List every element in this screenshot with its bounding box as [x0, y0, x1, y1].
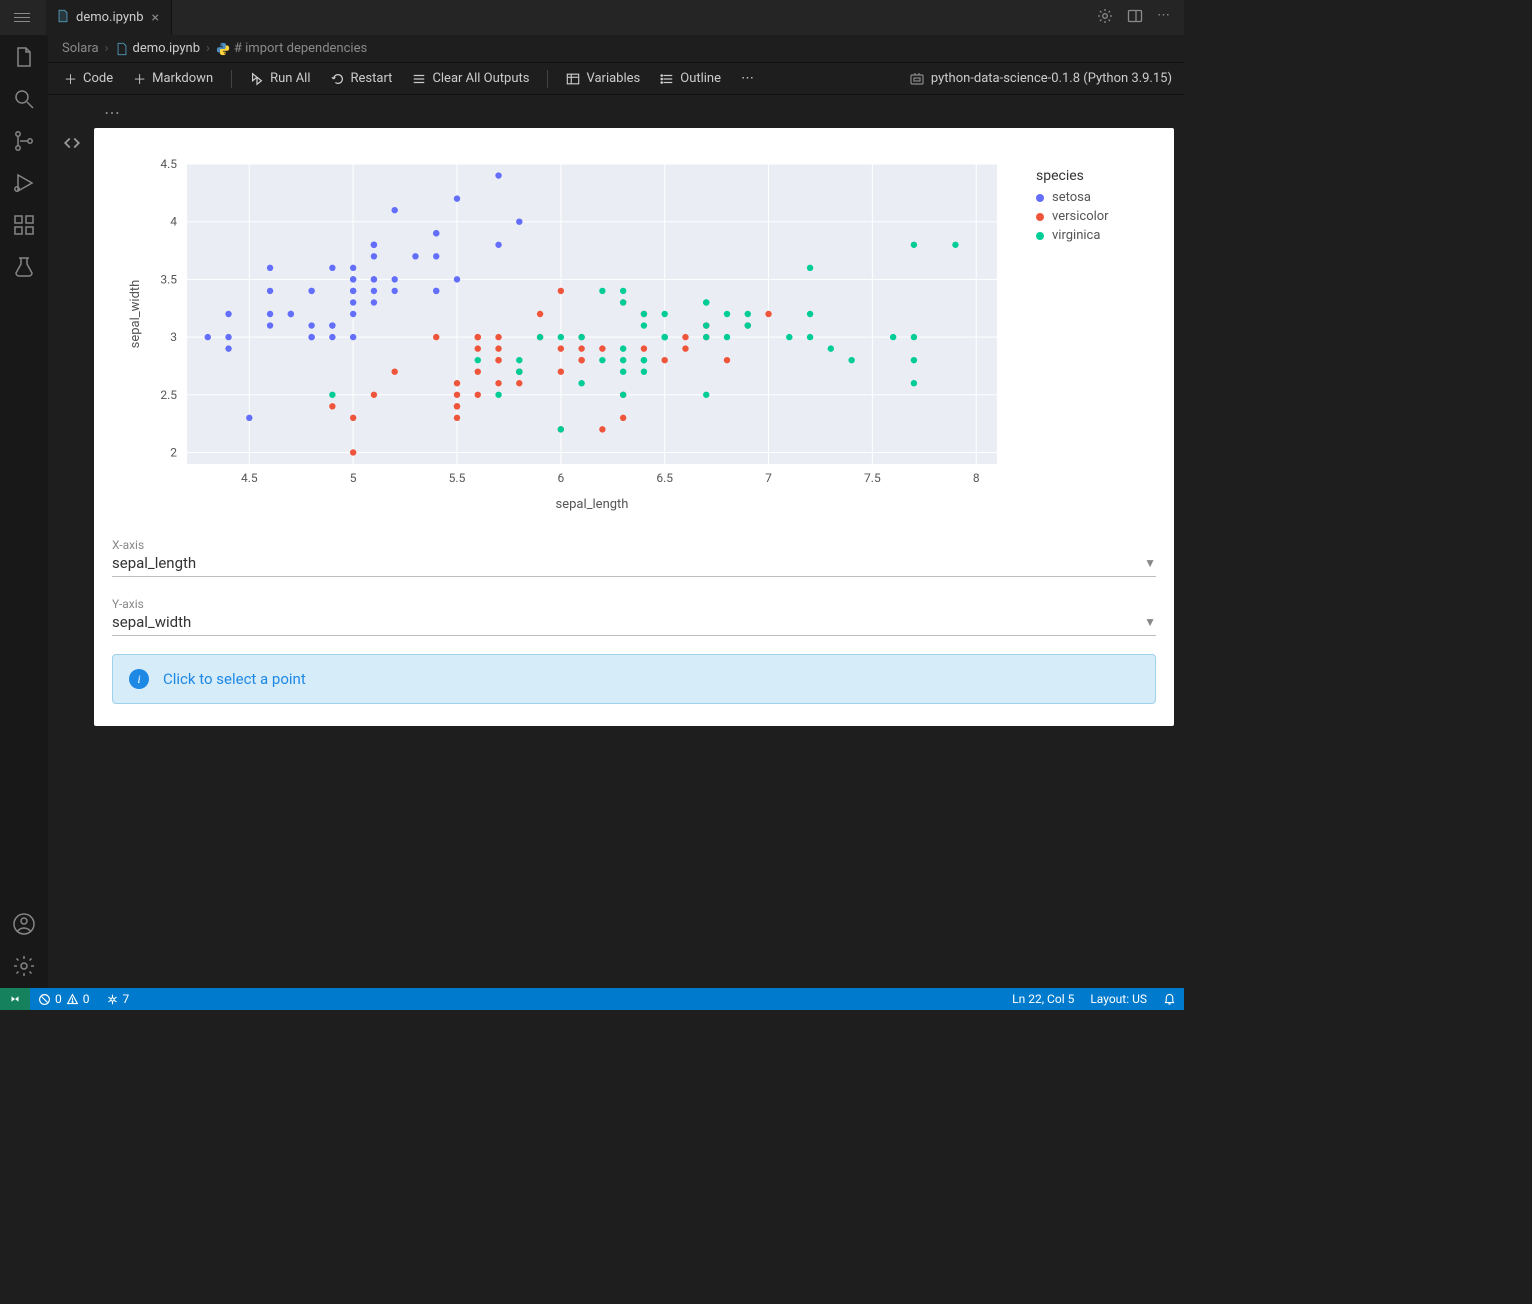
svg-text:4.5: 4.5	[241, 471, 258, 485]
problems-button[interactable]: 0 0	[30, 988, 98, 1010]
menu-icon[interactable]	[8, 7, 36, 28]
svg-text:4.5: 4.5	[160, 157, 177, 171]
editor-tab[interactable]: demo.ipynb ×	[46, 0, 172, 35]
plus-icon: ＋	[133, 69, 146, 88]
legend-item[interactable]: versicolor	[1036, 209, 1156, 224]
svg-text:sepal_width: sepal_width	[128, 280, 143, 349]
status-bar: 0 0 7 Ln 22, Col 5 Layout: US	[0, 988, 1184, 1010]
panel-layout-icon[interactable]	[1127, 8, 1143, 28]
run-all-button[interactable]: Run All	[246, 69, 314, 88]
svg-text:3: 3	[170, 330, 177, 344]
testing-icon[interactable]	[12, 255, 36, 279]
more-icon[interactable]: ⋯	[1157, 8, 1170, 28]
accounts-icon[interactable]	[12, 912, 36, 936]
dropdown-caret-icon: ▼	[1144, 556, 1156, 570]
close-tab-icon[interactable]: ×	[150, 10, 161, 26]
restart-button[interactable]: Restart	[327, 69, 397, 88]
cell-output: 4.5 5 5.5 6 6.5 7 7.5 8 2 2.5 3 3.5 4 4.5 sepal_length…	[94, 128, 1174, 726]
svg-text:8: 8	[973, 471, 980, 485]
y-axis-value: sepal_width	[112, 613, 191, 631]
add-markdown-button[interactable]: ＋Markdown	[129, 67, 217, 90]
kernel-selector[interactable]: python-data-science-0.1.8 (Python 3.9.15…	[909, 71, 1172, 87]
svg-text:7.5: 7.5	[864, 471, 881, 485]
info-text: Click to select a point	[163, 670, 306, 688]
svg-text:7: 7	[765, 471, 772, 485]
svg-text:sepal_length: sepal_length	[556, 497, 629, 512]
svg-text:5.5: 5.5	[449, 471, 466, 485]
legend-title: species	[1036, 168, 1156, 184]
breadcrumb-root[interactable]: Solara	[62, 41, 99, 56]
settings-gear-icon[interactable]	[1097, 8, 1113, 28]
extensions-icon[interactable]	[12, 213, 36, 237]
legend-dot-icon	[1036, 213, 1044, 221]
cursor-position[interactable]: Ln 22, Col 5	[1004, 992, 1082, 1006]
svg-text:6.5: 6.5	[656, 471, 673, 485]
svg-text:4: 4	[170, 215, 177, 229]
toolbar-divider	[547, 70, 548, 88]
info-icon: i	[129, 669, 149, 689]
legend-dot-icon	[1036, 194, 1044, 202]
dropdown-caret-icon: ▼	[1144, 615, 1156, 629]
x-axis-select[interactable]: X-axis sepal_length ▼	[112, 536, 1156, 577]
cell-more-icon[interactable]: ⋯	[58, 101, 1174, 128]
add-code-button[interactable]: ＋Code	[60, 67, 117, 90]
manage-gear-icon[interactable]	[12, 954, 36, 978]
notifications-icon[interactable]	[1155, 992, 1184, 1005]
x-axis-label: X-axis	[112, 538, 1156, 552]
svg-text:6: 6	[557, 471, 564, 485]
x-axis-value: sepal_length	[112, 554, 196, 572]
notebook-file-icon	[56, 9, 70, 27]
y-axis-label: Y-axis	[112, 597, 1156, 611]
variables-button[interactable]: Variables	[562, 69, 644, 88]
explorer-icon[interactable]	[12, 45, 36, 69]
legend-label: virginica	[1052, 228, 1100, 243]
svg-text:3.5: 3.5	[160, 272, 177, 286]
remote-indicator[interactable]	[0, 988, 30, 1010]
kernel-name: python-data-science-0.1.8 (Python 3.9.15…	[931, 71, 1172, 86]
clear-outputs-button[interactable]: Clear All Outputs	[408, 69, 533, 88]
legend-label: setosa	[1052, 190, 1091, 205]
legend-dot-icon	[1036, 232, 1044, 240]
source-control-icon[interactable]	[12, 129, 36, 153]
scatter-plot[interactable]: 4.5 5 5.5 6 6.5 7 7.5 8 2 2.5 3 3.5 4 4.5 sepal_length…	[112, 144, 1022, 514]
breadcrumb-separator: ›	[206, 41, 210, 56]
legend-label: versicolor	[1052, 209, 1109, 224]
breadcrumb-symbol[interactable]: # import dependencies	[216, 41, 367, 56]
legend-item[interactable]: virginica	[1036, 228, 1156, 243]
breadcrumb-file[interactable]: demo.ipynb	[115, 41, 201, 56]
svg-text:2: 2	[170, 445, 177, 459]
plus-icon: ＋	[64, 69, 77, 88]
layout-indicator[interactable]: Layout: US	[1082, 992, 1155, 1006]
tab-title: demo.ipynb	[76, 10, 144, 25]
activity-bar	[0, 35, 48, 988]
svg-text:5: 5	[350, 471, 357, 485]
info-banner: i Click to select a point	[112, 654, 1156, 704]
search-icon[interactable]	[12, 87, 36, 111]
toolbar-more-icon[interactable]: ⋯	[737, 69, 758, 88]
toolbar-divider	[231, 70, 232, 88]
breadcrumb-separator: ›	[105, 41, 109, 56]
notebook-toolbar: ＋Code ＋Markdown Run All Restart Clear Al…	[48, 63, 1184, 95]
legend-item[interactable]: setosa	[1036, 190, 1156, 205]
ports-button[interactable]: 7	[98, 988, 138, 1010]
breadcrumb: Solara › demo.ipynb › # import dependenc…	[48, 35, 1184, 63]
code-glyph-icon[interactable]	[63, 134, 81, 156]
y-axis-select[interactable]: Y-axis sepal_width ▼	[112, 595, 1156, 636]
svg-text:2.5: 2.5	[160, 388, 177, 402]
run-debug-icon[interactable]	[12, 171, 36, 195]
outline-button[interactable]: Outline	[656, 69, 725, 88]
title-bar: demo.ipynb × ⋯	[0, 0, 1184, 35]
